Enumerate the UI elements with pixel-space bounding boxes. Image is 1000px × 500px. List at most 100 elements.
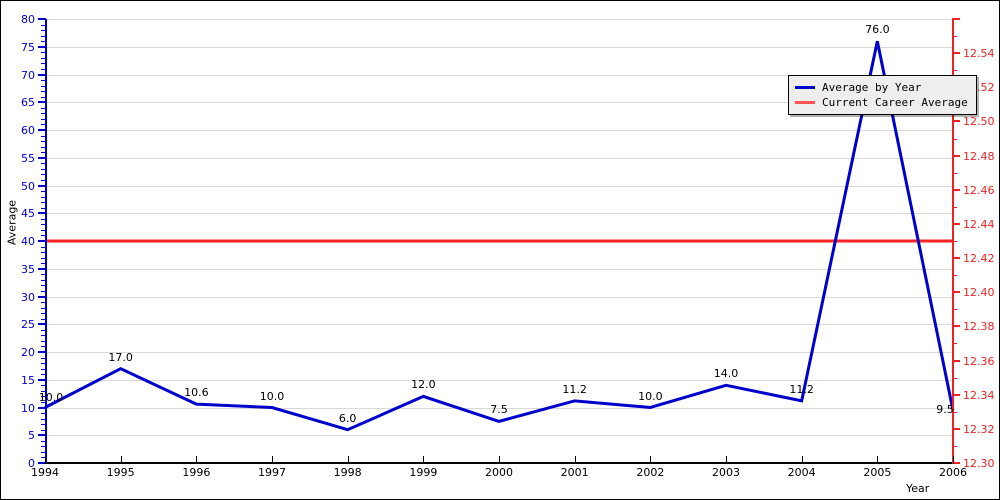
left-tick-minor	[41, 346, 46, 348]
left-tick-minor	[41, 313, 46, 315]
legend-item-current-career-average[interactable]: Current Career Average	[795, 95, 968, 110]
left-tick-major	[38, 45, 46, 48]
left-axis-tick-label: 30	[21, 290, 35, 304]
left-tick-major	[38, 240, 46, 242]
left-tick-minor	[41, 429, 46, 431]
left-tick-minor	[41, 263, 46, 265]
right-tick-minor	[952, 309, 957, 311]
legend-item-average-by-year[interactable]: Average by Year	[795, 80, 968, 95]
left-tick-minor	[41, 363, 46, 365]
left-tick-minor	[41, 257, 46, 259]
left-tick-minor	[41, 385, 46, 387]
x-axis-tick-label: 1999	[409, 466, 438, 479]
data-point-label: 76.0	[865, 23, 890, 37]
right-tick-major	[952, 325, 960, 328]
left-tick-major	[38, 184, 46, 187]
left-tick-minor	[41, 57, 46, 59]
left-tick-major	[38, 267, 46, 270]
left-tick-minor	[41, 179, 46, 181]
right-tick-major	[952, 291, 960, 294]
left-tick-minor	[41, 318, 46, 320]
left-tick-minor	[41, 163, 46, 165]
left-tick-minor	[41, 302, 46, 304]
x-tick	[272, 456, 273, 464]
right-tick-major	[952, 188, 960, 191]
left-tick-minor	[41, 85, 46, 87]
left-axis-tick-label: 40	[21, 235, 35, 248]
data-point-label: 12.0	[411, 378, 436, 392]
x-tick	[726, 456, 727, 464]
x-axis-tick-label: 2004	[787, 466, 816, 479]
left-tick-minor	[41, 374, 46, 376]
left-tick-minor	[41, 340, 46, 342]
right-tick-minor	[952, 343, 957, 345]
y-axis-title: Average	[5, 199, 19, 246]
left-tick-minor	[41, 274, 46, 276]
left-tick-minor	[41, 357, 46, 359]
right-axis-tick-label: 12.42	[963, 252, 995, 266]
x-tick	[196, 456, 198, 464]
left-tick-minor	[41, 229, 46, 231]
left-tick-minor	[41, 235, 46, 237]
x-tick	[423, 456, 425, 464]
x-tick	[877, 456, 879, 464]
left-tick-minor	[41, 141, 46, 143]
left-tick-major	[38, 378, 46, 381]
legend-swatch-blue-icon	[795, 86, 815, 89]
left-tick-minor	[41, 440, 46, 442]
gridline	[45, 324, 953, 326]
left-tick-minor	[41, 290, 46, 292]
left-tick-major	[38, 212, 46, 215]
x-axis-tick-label: 1994	[31, 466, 59, 479]
x-tick	[347, 456, 349, 464]
gridline	[45, 185, 953, 187]
left-tick-major	[38, 295, 46, 298]
left-axis-tick-label: 70	[21, 68, 35, 82]
x-axis-tick-label: 2000	[485, 466, 513, 479]
left-axis-tick-label: 55	[21, 151, 35, 165]
left-tick-major	[38, 156, 46, 159]
left-tick-minor	[41, 191, 46, 193]
left-tick-minor	[41, 168, 46, 170]
left-axis-tick-label: 75	[21, 40, 35, 54]
left-axis-tick-label: 50	[21, 179, 35, 193]
left-tick-major	[38, 434, 46, 437]
right-axis-tick-label: 12.46	[963, 183, 995, 197]
gridline	[45, 241, 953, 242]
gridline	[45, 379, 953, 381]
data-point-label: 10.6	[184, 386, 209, 400]
x-tick	[499, 456, 500, 464]
right-axis-tick-label: 12.44	[963, 217, 995, 231]
data-point-label: 10.0	[259, 389, 285, 403]
right-axis-tick-label: 12.38	[963, 320, 995, 334]
right-tick-minor	[952, 206, 957, 208]
left-tick-minor	[41, 307, 46, 309]
right-tick-minor	[952, 241, 957, 242]
data-point-label: 9.5	[936, 403, 954, 417]
data-point-label: 11.2	[562, 382, 587, 396]
right-tick-minor	[952, 172, 957, 174]
x-axis-tick-label: 2001	[560, 466, 589, 479]
left-tick-minor	[41, 80, 46, 82]
left-tick-major	[38, 18, 46, 20]
x-tick	[574, 456, 576, 464]
gridline	[45, 157, 953, 159]
left-axis-tick-label: 35	[21, 262, 35, 276]
left-axis-tick-label: 5	[28, 429, 35, 443]
left-tick-minor	[41, 96, 46, 98]
left-tick-minor	[41, 107, 46, 109]
left-tick-minor	[41, 52, 46, 54]
right-axis-tick-label: 12.36	[963, 354, 995, 368]
legend-label-average-by-year: Average by Year	[822, 81, 922, 94]
left-tick-minor	[41, 124, 46, 126]
left-tick-minor	[41, 446, 46, 448]
right-axis-tick-label: 12.30	[963, 457, 995, 470]
x-tick	[45, 456, 46, 464]
right-tick-major	[952, 52, 960, 55]
left-tick-major	[38, 101, 46, 104]
left-tick-minor	[41, 368, 46, 370]
x-axis-tick-label: 2002	[636, 466, 665, 479]
gridline	[45, 46, 953, 48]
right-axis-tick-label: 12.54	[963, 47, 995, 61]
right-tick-minor	[952, 36, 957, 38]
